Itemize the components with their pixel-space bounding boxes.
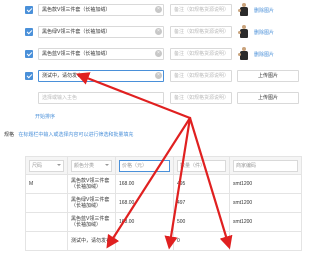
arrow-to-table-mid [164, 116, 192, 250]
arrow-to-input [75, 72, 192, 120]
arrow-to-table-right [188, 116, 233, 250]
annotation-arrows [75, 72, 233, 250]
arrow-to-table-left [106, 116, 192, 249]
